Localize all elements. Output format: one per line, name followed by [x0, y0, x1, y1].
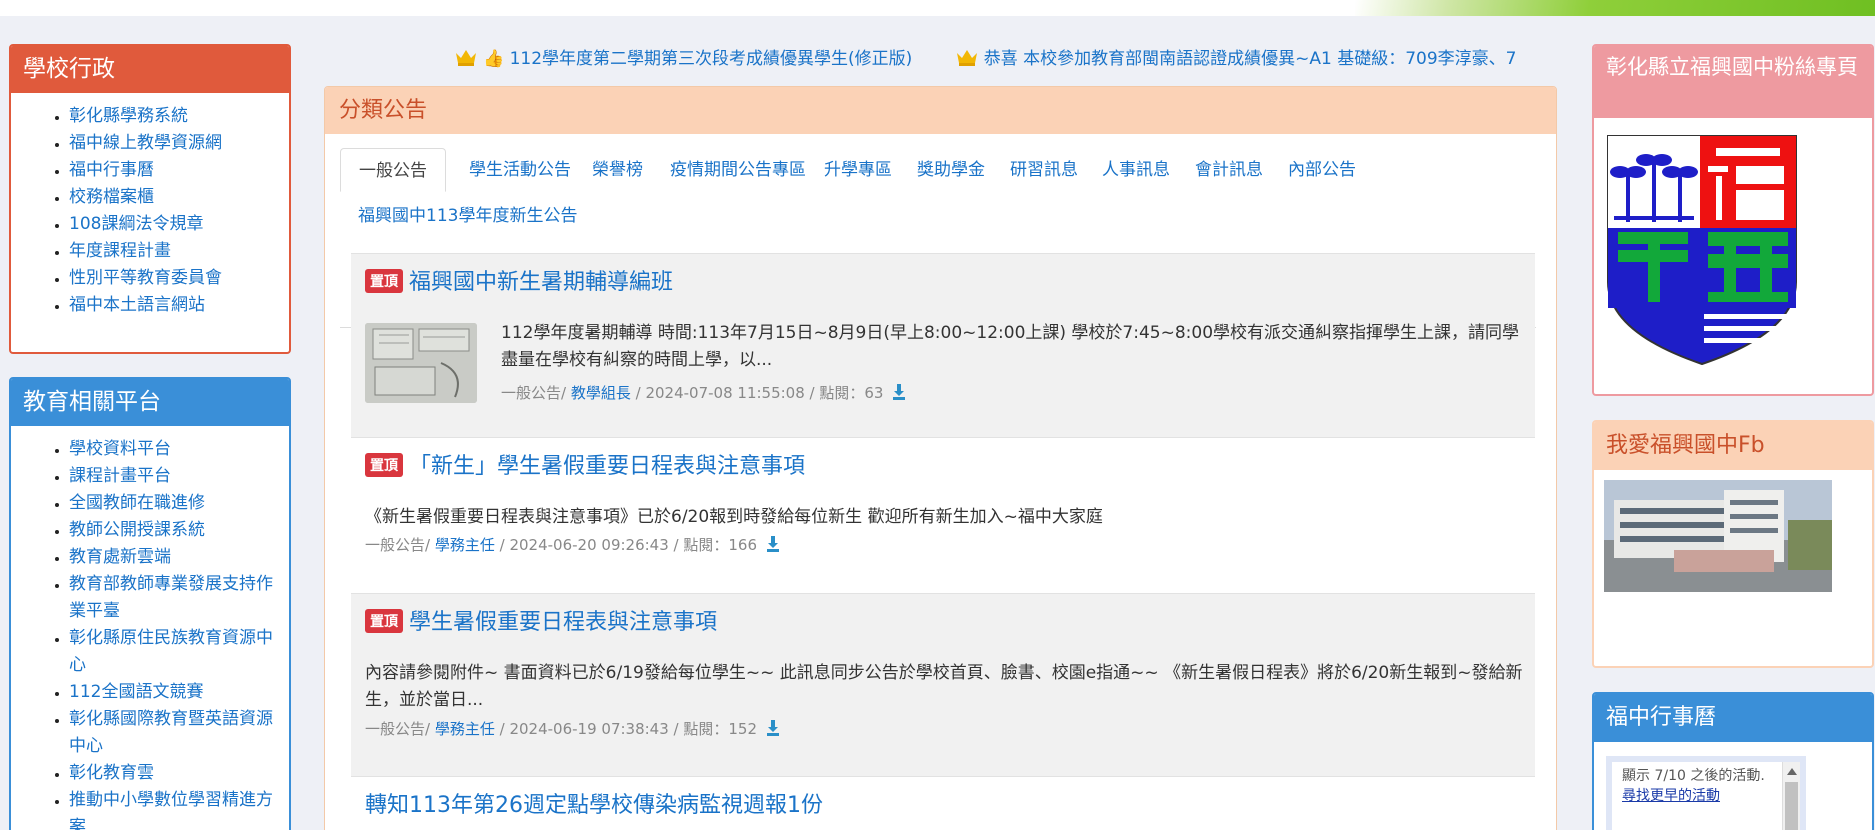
- download-icon[interactable]: [766, 720, 780, 736]
- tab-honor-roll[interactable]: 榮譽榜: [574, 148, 661, 192]
- marquee-item[interactable]: 恭喜 本校參加教育部閩南語認證成績優異~A1 基礎級：709李淳豪、7: [956, 44, 1516, 69]
- category-announcements-title: 分類公告: [325, 87, 1556, 134]
- tab-student-activity[interactable]: 學生活動公告: [451, 148, 589, 192]
- edu-link[interactable]: 教育處新雲端: [69, 544, 275, 571]
- school-admin-title: 學校行政: [11, 46, 289, 93]
- admin-link[interactable]: 年度課程計畫: [69, 238, 289, 265]
- school-calendar-panel: 福中行事曆 顯示 7/10 之後的活動. 尋找更早的活動: [1592, 692, 1874, 830]
- tab-personnel[interactable]: 人事訊息: [1084, 148, 1188, 192]
- admin-link[interactable]: 校務檔案櫃: [69, 184, 289, 211]
- pinned-badge: 置頂: [365, 269, 403, 293]
- school-building-photo[interactable]: [1604, 480, 1832, 592]
- announcement-meta: 一般公告/ 學務主任 / 2024-06-19 07:38:43 / 點閱：15…: [365, 718, 780, 739]
- admin-link[interactable]: 性別平等教育委員會: [69, 265, 289, 292]
- announcement-title[interactable]: 置頂 福興國中新生暑期輔導編班: [365, 264, 673, 296]
- tab-new-students[interactable]: 福興國中113學年度新生公告: [340, 194, 595, 238]
- edu-link[interactable]: 彰化縣國際教育暨英語資源中心: [69, 706, 275, 760]
- earlier-events-link[interactable]: 尋找更早的活動: [1622, 788, 1720, 804]
- announcement-item: 置頂 福興國中新生暑期輔導編班 112學年度暑期輔導 時間:113年7月15日~8…: [351, 253, 1535, 438]
- announcement-item: 轉知113年第26週定點學校傳染病監視週報1份: [351, 777, 1535, 830]
- announcement-thumbnail[interactable]: [365, 323, 477, 403]
- school-calendar-title: 福中行事曆: [1594, 694, 1872, 742]
- tab-training[interactable]: 研習訊息: [992, 148, 1096, 192]
- marquee-item[interactable]: 👍 112學年度第二學期第三次段考成績優異學生(修正版): [455, 44, 912, 69]
- admin-link[interactable]: 福中本土語言網站: [69, 292, 289, 319]
- news-marquee: 👍 112學年度第二學期第三次段考成績優異學生(修正版) 恭喜 本校參加教育部閩…: [455, 44, 1557, 70]
- facebook-panel-title: 我愛福興國中Fb: [1594, 422, 1872, 470]
- edu-link[interactable]: 學校資料平台: [69, 436, 275, 463]
- school-logo[interactable]: [1604, 132, 1800, 368]
- author-link[interactable]: 學務主任: [435, 720, 495, 738]
- announcement-title[interactable]: 置頂 「新生」學生暑假重要日程表與注意事項: [365, 448, 805, 480]
- download-icon[interactable]: [766, 536, 780, 552]
- announcement-item: 置頂 「新生」學生暑假重要日程表與注意事項 《新生暑假重要日程表與注意事項》已於6…: [351, 438, 1535, 593]
- admin-link[interactable]: 108課綱法令規章: [69, 211, 289, 238]
- edu-link[interactable]: 教師公開授課系統: [69, 517, 275, 544]
- school-emblem-icon: [1607, 135, 1797, 366]
- author-link[interactable]: 教學組長: [571, 384, 631, 402]
- announcement-summary: 《新生暑假重要日程表與注意事項》已於6/20報到時發給每位新生 歡迎所有新生加入…: [365, 507, 1103, 527]
- author-link[interactable]: 學務主任: [435, 536, 495, 554]
- facebook-panel: 我愛福興國中Fb: [1592, 420, 1874, 668]
- crown-icon: [456, 50, 476, 66]
- tab-general[interactable]: 一般公告: [340, 148, 446, 192]
- crown-icon: [956, 50, 977, 66]
- building-photo-icon: [1604, 480, 1832, 592]
- edu-platform-title: 教育相關平台: [11, 379, 289, 426]
- edu-link[interactable]: 彰化教育雲: [69, 760, 275, 787]
- download-icon[interactable]: [892, 384, 906, 400]
- calendar-widget: 顯示 7/10 之後的活動. 尋找更早的活動: [1606, 756, 1806, 830]
- calendar-scrollbar[interactable]: [1782, 762, 1800, 830]
- pinned-badge: 置頂: [365, 453, 403, 477]
- top-banner-green-decoration: [1355, 0, 1875, 16]
- category-announcements-panel: 分類公告 一般公告 學生活動公告 榮譽榜 疫情期間公告專區 升學專區 獎助學金 …: [324, 86, 1557, 830]
- tab-internal[interactable]: 內部公告: [1270, 148, 1374, 192]
- edu-link[interactable]: 課程計畫平台: [69, 463, 275, 490]
- announcement-item: 置頂 學生暑假重要日程表與注意事項 內容請參閱附件~ 書面資料已於6/19發給每位…: [351, 593, 1535, 777]
- edu-platform-list: 學校資料平台 課程計畫平台 全國教師在職進修 教師公開授課系統 教育處新雲端 教…: [11, 426, 289, 830]
- pinned-badge: 置頂: [365, 609, 403, 633]
- tab-accounting[interactable]: 會計訊息: [1177, 148, 1281, 192]
- edu-link[interactable]: 彰化縣原住民族教育資源中心: [69, 625, 275, 679]
- edu-link[interactable]: 教育部教師專業發展支持作業平臺: [69, 571, 275, 625]
- tab-further-study[interactable]: 升學專區: [806, 148, 910, 192]
- scroll-up-icon[interactable]: [1787, 768, 1797, 775]
- top-banner-strip: [0, 0, 1875, 16]
- fan-page-panel: 彰化縣立福興國中粉絲專頁: [1592, 44, 1874, 396]
- announcement-summary: 內容請參閱附件~ 書面資料已於6/19發給每位學生~~ 此訊息同步公告於學校首頁…: [365, 663, 1523, 710]
- tab-pandemic[interactable]: 疫情期間公告專區: [652, 148, 824, 192]
- announcement-meta: 一般公告/ 教學組長 / 2024-07-08 11:55:08 / 點閱：63: [501, 382, 906, 403]
- scroll-thumb[interactable]: [1785, 782, 1798, 830]
- admin-link[interactable]: 彰化縣學務系統: [69, 103, 289, 130]
- edu-link[interactable]: 112全國語文競賽: [69, 679, 275, 706]
- admin-link[interactable]: 福中線上教學資源網: [69, 130, 289, 157]
- document-thumbnail-icon: [365, 323, 477, 403]
- tab-scholarship[interactable]: 獎助學金: [899, 148, 1003, 192]
- announcement-title[interactable]: 轉知113年第26週定點學校傳染病監視週報1份: [365, 787, 823, 819]
- school-admin-list: 彰化縣學務系統 福中線上教學資源網 福中行事曆 校務檔案櫃 108課綱法令規章 …: [11, 93, 289, 319]
- school-admin-panel: 學校行政 彰化縣學務系統 福中線上教學資源網 福中行事曆 校務檔案櫃 108課綱…: [9, 44, 291, 354]
- fan-page-title: 彰化縣立福興國中粉絲專頁: [1594, 46, 1872, 118]
- announcement-meta: 一般公告/ 學務主任 / 2024-06-20 09:26:43 / 點閱：16…: [365, 534, 780, 555]
- admin-link[interactable]: 福中行事曆: [69, 157, 289, 184]
- calendar-notice: 顯示 7/10 之後的活動. 尋找更早的活動: [1622, 768, 1765, 804]
- edu-link[interactable]: 推動中小學數位學習精進方案: [69, 787, 275, 830]
- edu-link[interactable]: 全國教師在職進修: [69, 490, 275, 517]
- edu-platform-panel: 教育相關平台 學校資料平台 課程計畫平台 全國教師在職進修 教師公開授課系統 教…: [9, 377, 291, 830]
- announcement-summary: 112學年度暑期輔導 時間:113年7月15日~8月9日(早上8:00~12:0…: [501, 323, 1520, 370]
- announcement-title[interactable]: 置頂 學生暑假重要日程表與注意事項: [365, 604, 717, 636]
